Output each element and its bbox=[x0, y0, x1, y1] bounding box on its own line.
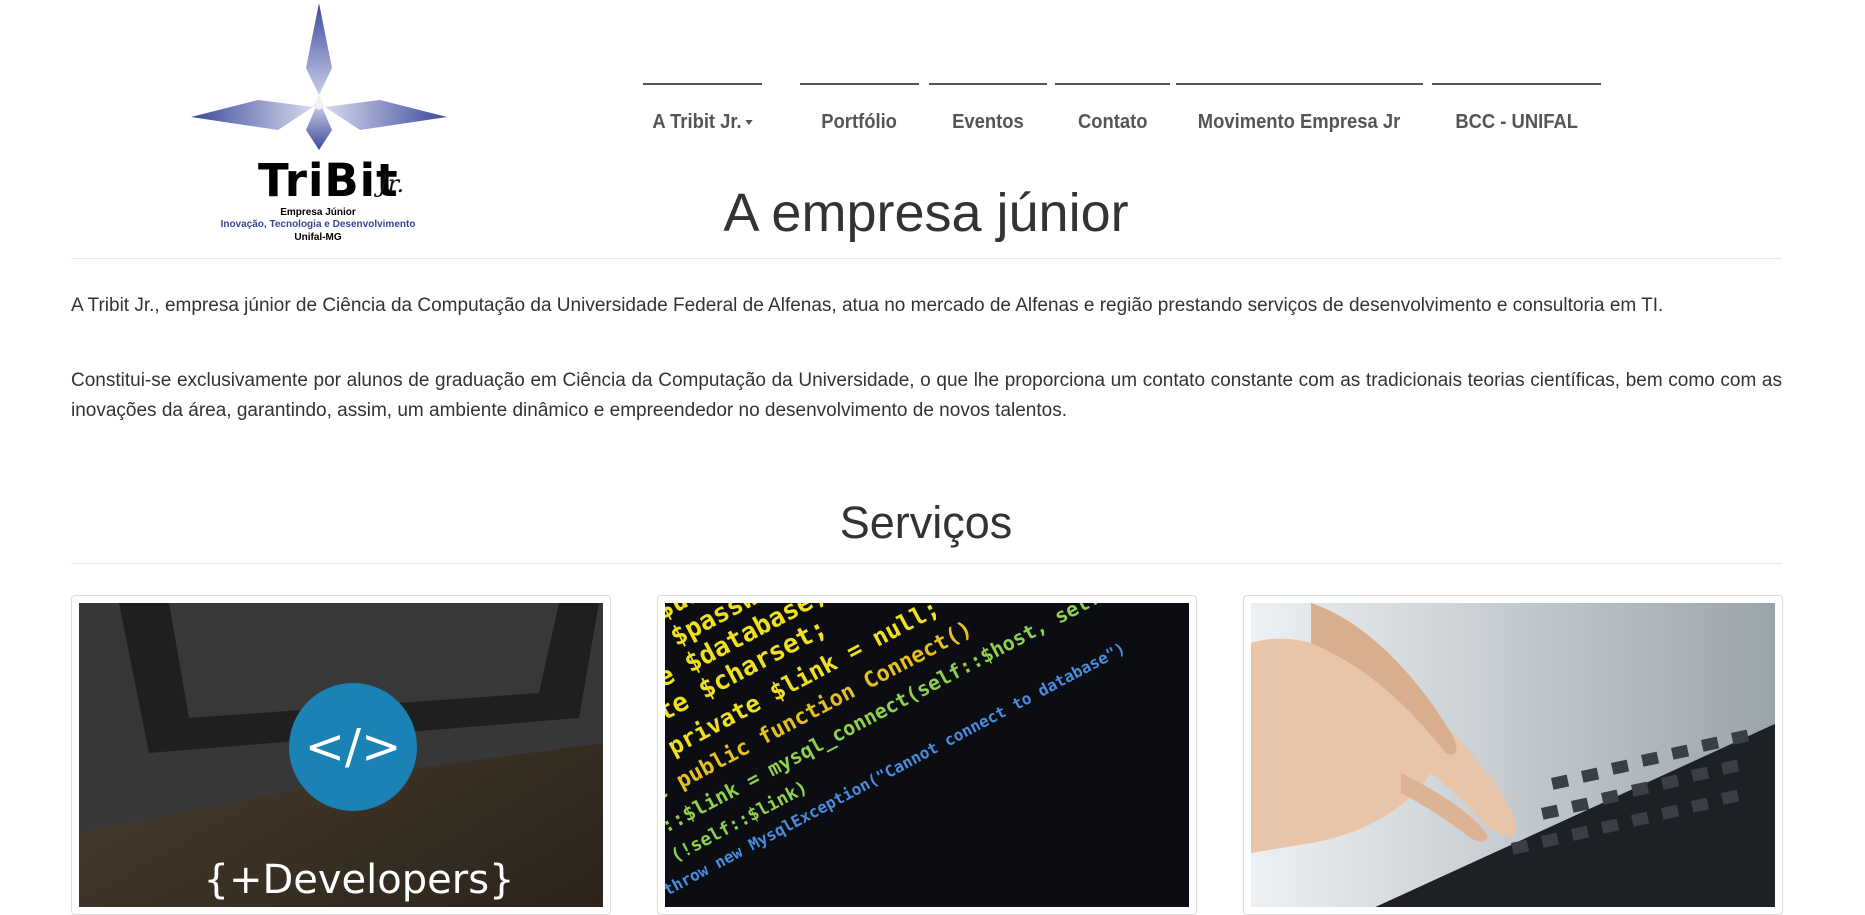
nav-item-movimento-empresa-jr[interactable]: Movimento Empresa Jr bbox=[1176, 83, 1423, 143]
nav-item-contato[interactable]: Contato bbox=[1055, 83, 1170, 143]
svg-text:</>: </> bbox=[305, 719, 402, 775]
nav-item-label: A Tribit Jr. bbox=[652, 111, 742, 133]
nav-item-label: Contato bbox=[1077, 111, 1148, 133]
service-card-developers[interactable]: </> {+Developers} bbox=[71, 595, 611, 915]
nav-item-label: Eventos bbox=[952, 111, 1024, 133]
about-paragraph-1: A Tribit Jr., empresa júnior de Ciência … bbox=[71, 295, 1664, 316]
caret-down-icon bbox=[745, 120, 753, 126]
code-screen-image: private $username; private $password; pr… bbox=[665, 603, 1189, 907]
page-title: A empresa júnior bbox=[723, 183, 1129, 243]
service-card-keyboard[interactable] bbox=[1243, 595, 1783, 915]
nav-item-label: Movimento Empresa Jr bbox=[1198, 111, 1401, 133]
services-divider bbox=[71, 563, 1782, 564]
star-emblem-icon bbox=[191, 3, 447, 150]
nav-item-eventos[interactable]: Eventos bbox=[929, 83, 1047, 143]
nav-item-a-tribit[interactable]: A Tribit Jr. bbox=[643, 83, 762, 143]
keyboard-typing-image bbox=[1251, 603, 1775, 907]
service-card-code[interactable]: private $username; private $password; pr… bbox=[657, 595, 1197, 915]
svg-text:{+Developers}: {+Developers} bbox=[204, 857, 515, 903]
about-paragraph-2: Constitui-se exclusivamente por alunos d… bbox=[71, 370, 1782, 421]
title-divider bbox=[71, 258, 1782, 259]
nav-item-bcc-unifal[interactable]: BCC - UNIFAL bbox=[1432, 83, 1601, 143]
nav-item-label: BCC - UNIFAL bbox=[1455, 111, 1578, 133]
services-title: Serviços bbox=[839, 497, 1013, 548]
developers-image: </> {+Developers} bbox=[79, 603, 603, 907]
nav-item-label: Portfólio bbox=[821, 111, 898, 133]
nav-item-portfolio[interactable]: Portfólio bbox=[800, 83, 919, 143]
